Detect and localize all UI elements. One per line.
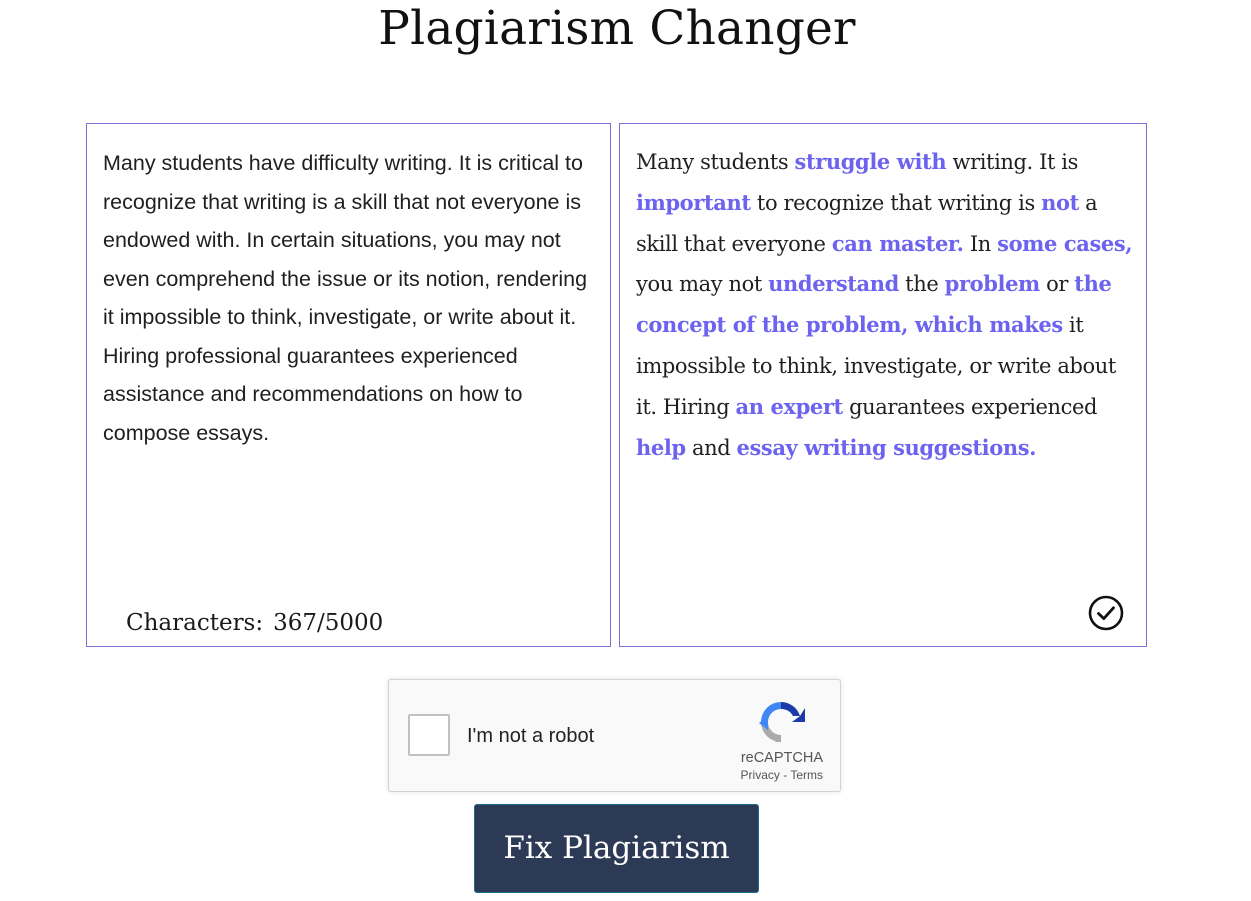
character-counter: Characters: 367/5000 (126, 608, 383, 638)
changed-phrase: understand (768, 271, 899, 297)
recaptcha-privacy-link[interactable]: Privacy (741, 768, 780, 782)
changed-phrase: not (1041, 189, 1079, 215)
recaptcha-terms-link[interactable]: Terms (790, 768, 823, 782)
unchanged-phrase: or (1039, 272, 1075, 297)
unchanged-phrase: you may not (636, 272, 769, 297)
unchanged-phrase: In (963, 231, 998, 256)
output-panel: Many students struggle with writing. It … (619, 123, 1147, 647)
recaptcha-label: I'm not a robot (467, 725, 595, 747)
changed-phrase: help (636, 434, 686, 460)
recaptcha-widget: I'm not a robot reCAPTCHA Privacy - Term… (388, 679, 841, 792)
recaptcha-checkbox[interactable] (408, 714, 450, 756)
character-counter-label: Characters: (126, 610, 264, 636)
unchanged-phrase: writing. It is (946, 150, 1079, 174)
recaptcha-links: Privacy - Terms (741, 768, 823, 783)
check-circle-icon (1088, 595, 1124, 631)
input-panel: Many students have difficulty writing. I… (86, 123, 611, 647)
changed-phrase: struggle with (794, 149, 947, 174)
page-title: Plagiarism Changer (378, 1, 856, 56)
changed-phrase: essay writing suggestions. (736, 434, 1037, 460)
unchanged-phrase: guarantees experienced (842, 394, 1098, 419)
recaptcha-logo-icon (759, 702, 805, 742)
unchanged-phrase: Many students (636, 150, 795, 174)
changed-phrase: an expert (735, 393, 844, 419)
input-textarea[interactable]: Many students have difficulty writing. I… (103, 144, 598, 452)
changed-phrase: some cases, (997, 230, 1133, 256)
recaptcha-brand: reCAPTCHA (740, 750, 823, 766)
unchanged-phrase: the (898, 272, 945, 297)
changed-phrase: can master. (831, 230, 964, 256)
changed-phrase: problem (944, 271, 1041, 297)
unchanged-phrase: to recognize that writing is (750, 190, 1042, 215)
unchanged-phrase: and (685, 435, 737, 460)
fix-plagiarism-button[interactable]: Fix Plagiarism (474, 804, 759, 893)
character-counter-value: 367/5000 (273, 610, 384, 636)
recaptcha-link-separator: - (779, 768, 791, 782)
changed-phrase: important (636, 189, 751, 215)
output-text[interactable]: Many students struggle with writing. It … (636, 142, 1136, 468)
